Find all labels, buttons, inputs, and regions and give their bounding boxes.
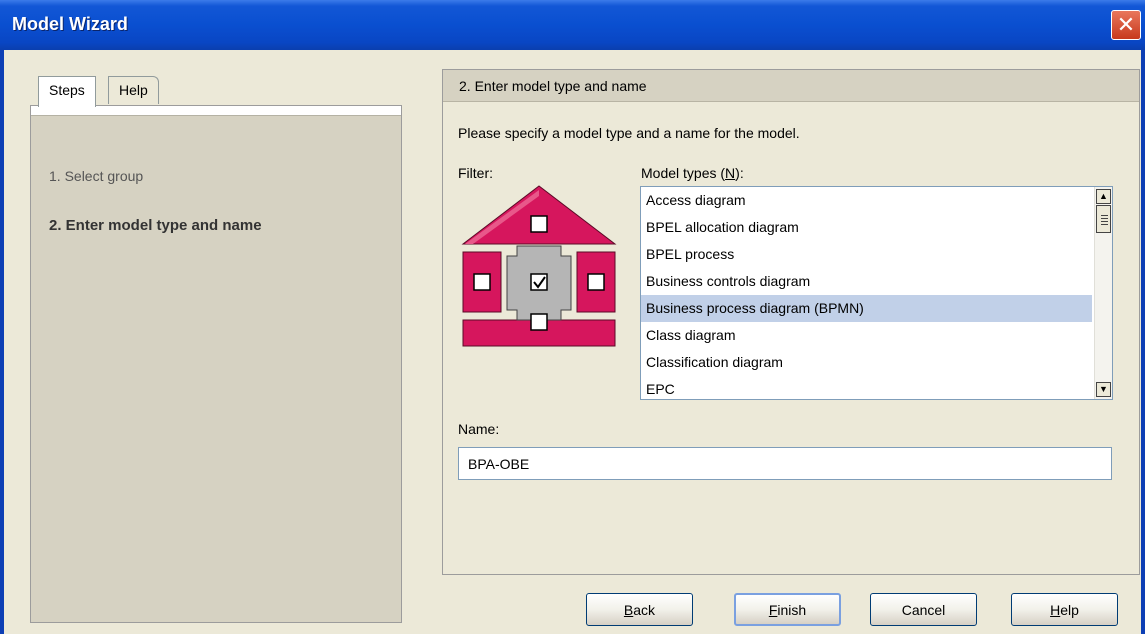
window-title: Model Wizard [12,14,128,34]
filter-icon[interactable] [457,182,617,347]
grip-line [1101,224,1108,225]
name-input[interactable] [458,447,1112,480]
model-types-list[interactable]: Access diagram BPEL allocation diagram BPE… [640,186,1113,400]
finish-button[interactable]: Finish [734,593,841,626]
tab-page-top [31,106,401,116]
step-panel: 2. Enter model type and name Please spec… [442,69,1140,575]
list-item[interactable]: Class diagram [641,322,1092,349]
model-wizard-window: Model Wizard ✕ Steps Help 1. Select grou… [0,0,1145,634]
model-types-label-post: ): [735,165,744,181]
list-scrollbar[interactable]: ▲ ▼ [1094,187,1112,399]
name-label: Name: [458,421,500,437]
step-enter-model-type: 2. Enter model type and name [49,217,262,234]
filter-left-checkbox [473,273,491,291]
list-item[interactable]: Access diagram [641,187,1092,214]
step-description: Please specify a model type and a name f… [458,125,800,141]
filter-label: Filter: [458,165,493,181]
steps-panel: Steps Help 1. Select group 2. Enter mode… [30,70,402,623]
help-button[interactable]: Help [1011,593,1118,626]
scroll-down-icon[interactable]: ▼ [1096,382,1111,397]
filter-right-checkbox [587,273,605,291]
list-item[interactable]: Classification diagram [641,349,1092,376]
filter-bottom-checkbox [530,313,548,331]
tab-steps[interactable]: Steps [38,76,96,107]
back-button[interactable]: Back [586,593,693,626]
scroll-thumb[interactable] [1096,205,1111,233]
filter-center-checkbox [530,273,548,291]
close-icon[interactable]: ✕ [1111,10,1141,40]
back-accel: B [623,601,634,618]
cancel-button[interactable]: Cancel [870,593,977,626]
grip-line [1101,218,1108,219]
model-types-label: Model types (N): [641,165,744,181]
grip-line [1101,221,1108,222]
step-header: 2. Enter model type and name [443,70,1139,102]
title-bar[interactable]: Model Wizard ✕ [0,0,1145,50]
tab-help[interactable]: Help [108,76,159,104]
wizard-content: Steps Help 1. Select group 2. Enter mode… [8,50,1141,634]
grip-line [1101,215,1108,216]
list-item[interactable]: BPEL allocation diagram [641,214,1092,241]
model-types-label-key: N [725,165,736,181]
list-item[interactable]: Business controls diagram [641,268,1092,295]
filter-top-checkbox [530,215,548,233]
list-item[interactable]: EPC [641,376,1092,399]
scroll-up-icon[interactable]: ▲ [1096,189,1111,204]
list-item[interactable]: Business process diagram (BPMN) [641,295,1092,322]
help-label-rest: elp [1060,601,1079,618]
help-accel: H [1050,601,1061,618]
back-label-rest: ack [633,601,656,618]
list-item[interactable]: BPEL process [641,241,1092,268]
steps-list: 1. Select group 2. Enter model type and … [30,105,402,623]
finish-label-rest: inish [777,601,807,618]
model-types-label-pre: Model types ( [641,165,726,181]
step-select-group: 1. Select group [49,168,144,184]
